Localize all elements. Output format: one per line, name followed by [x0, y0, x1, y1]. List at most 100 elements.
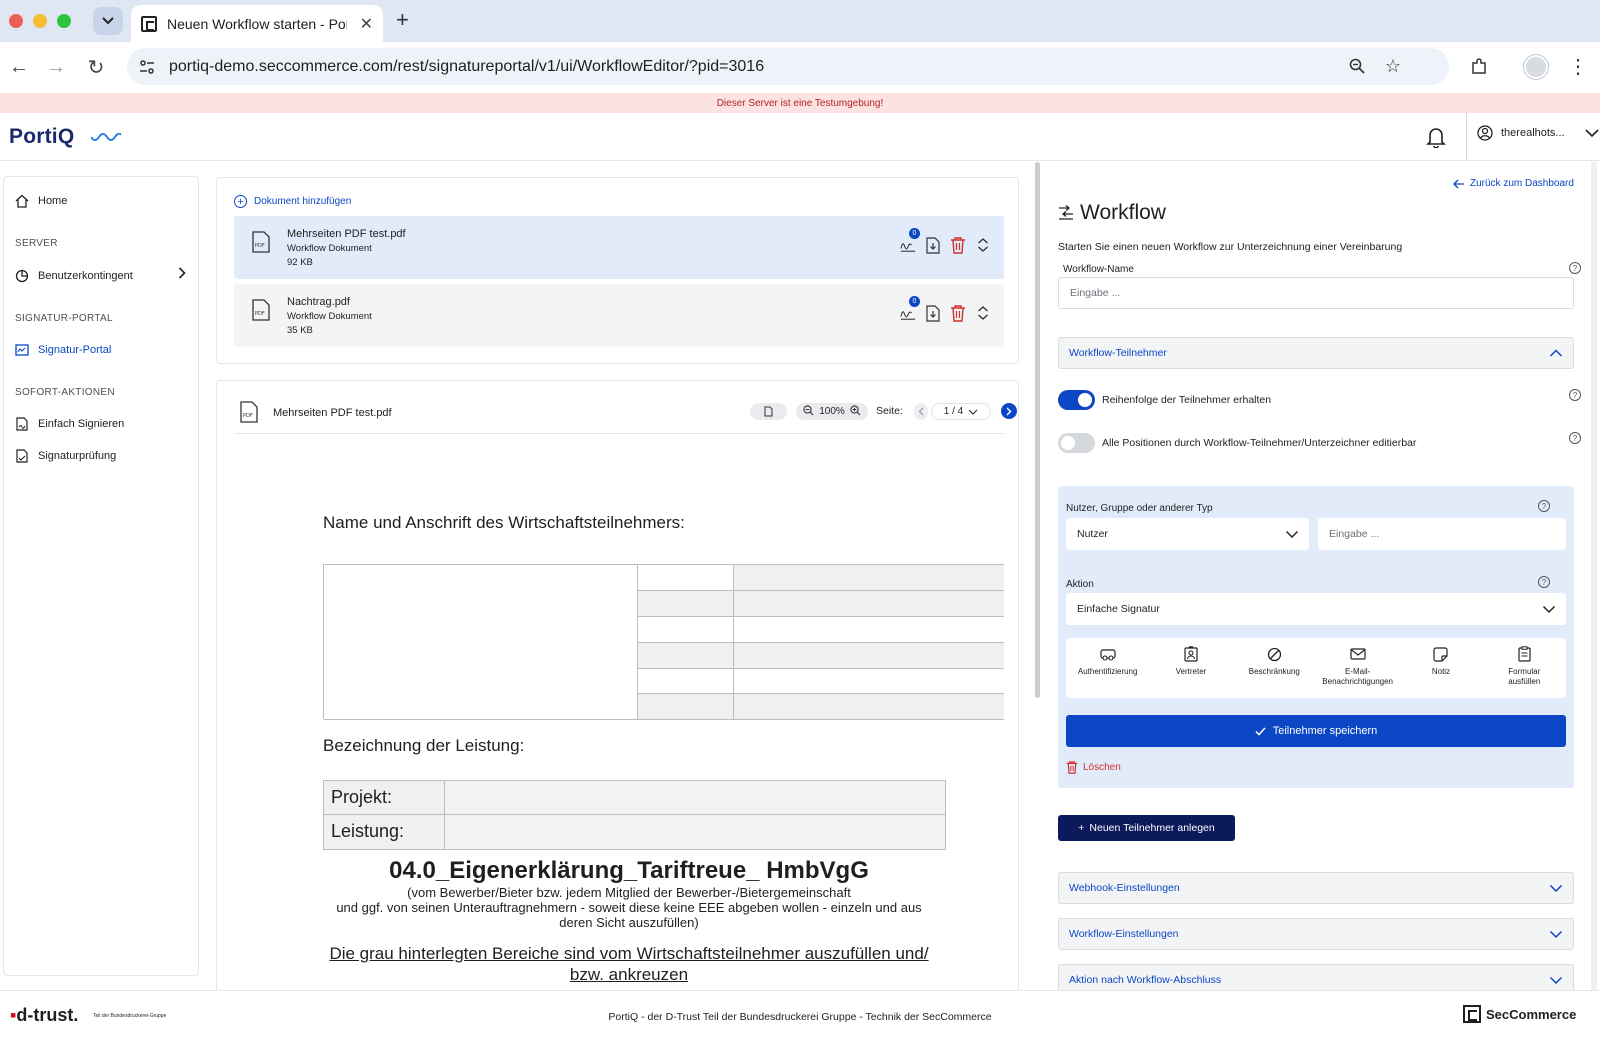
action-select[interactable]: Einfache Signatur [1066, 593, 1566, 625]
webhook-settings-accordion[interactable]: Webhook-Einstellungen [1058, 872, 1574, 904]
table-row: Leistung: [324, 815, 945, 849]
grid-cell [734, 565, 1004, 591]
option-representative[interactable]: Vertreter [1149, 638, 1232, 698]
document-item[interactable]: PDF Mehrseiten PDF test.pdf Workflow Dok… [234, 216, 1004, 279]
after-workflow-action-accordion[interactable]: Aktion nach Workflow-Abschluss [1058, 964, 1574, 990]
add-document-button[interactable]: + Dokument hinzufügen [234, 195, 351, 208]
maximize-window-button[interactable] [57, 14, 71, 28]
close-window-button[interactable] [9, 14, 23, 28]
option-fill-form[interactable]: Formular ausfüllen [1483, 638, 1566, 698]
browser-toolbar: ← → ↻ portiq-demo.seccommerce.com/rest/s… [0, 42, 1600, 93]
sidebar-item-benutzerkontingent[interactable]: Benutzerkontingent [15, 269, 133, 283]
delete-participant-button[interactable]: Löschen [1066, 761, 1121, 774]
participants-accordion-header[interactable]: Workflow-Teilnehmer [1058, 337, 1574, 369]
zoom-out-icon [803, 404, 814, 415]
all-positions-editable-toggle[interactable] [1058, 433, 1095, 453]
help-icon[interactable]: ? [1538, 576, 1550, 588]
help-icon[interactable]: ? [1569, 262, 1581, 274]
reorder-handle[interactable] [975, 304, 991, 322]
zoom-in-button[interactable] [850, 404, 861, 419]
next-page-button[interactable] [1001, 403, 1017, 419]
help-icon[interactable]: ? [1538, 500, 1550, 512]
pdf-heading-service: Bezeichnung der Leistung: [323, 736, 525, 755]
reload-button[interactable]: ↻ [83, 54, 109, 80]
address-bar[interactable]: portiq-demo.seccommerce.com/rest/signatu… [127, 48, 1449, 85]
zoom-out-button[interactable] [803, 404, 814, 419]
chevron-down-icon [102, 17, 114, 25]
option-email-notifications[interactable]: E-Mail-Benachrichtigungen [1316, 638, 1399, 698]
tab-search-button[interactable] [93, 7, 123, 35]
signature-fields-button[interactable]: 0 [900, 228, 920, 254]
forward-button[interactable]: → [43, 54, 69, 80]
seccommerce-text: SecCommerce [1486, 1006, 1577, 1022]
workflow-icon [1059, 205, 1073, 220]
page-select[interactable]: 1 / 4 [931, 403, 991, 420]
sidebar-item-label: Signatur-Portal [38, 344, 112, 356]
previous-page-button[interactable] [914, 403, 928, 420]
signature-fields-button[interactable]: 0 [900, 296, 920, 322]
sidebar-item-signaturpruefung[interactable]: Signaturprüfung [15, 449, 116, 463]
help-icon[interactable]: ? [1569, 389, 1581, 401]
page-mode-button[interactable] [750, 403, 787, 420]
sidebar-item-einfach-signieren[interactable]: Einfach Signieren [15, 417, 124, 431]
workflow-name-input[interactable]: Eingabe ... [1058, 277, 1574, 309]
pdf-instruction-line: bzw. ankreuzen [569, 965, 689, 984]
participant-card: Nutzer, Gruppe oder anderer Typ ? Nutzer… [1058, 486, 1574, 788]
participant-type-select[interactable]: Nutzer [1066, 518, 1309, 550]
bookmark-star-icon[interactable]: ☆ [1383, 56, 1403, 76]
new-participant-button[interactable]: + Neuen Teilnehmer anlegen [1058, 815, 1235, 841]
username: therealhots... [1501, 127, 1565, 139]
zoom-level: 100% [819, 406, 845, 417]
viewer-scrollbar[interactable] [1035, 162, 1040, 698]
back-button[interactable]: ← [6, 54, 32, 80]
pdf-subtitle-line: und ggf. von seinen Unterauftragnehmern … [336, 900, 922, 915]
zoom-icon[interactable] [1347, 56, 1367, 76]
workflow-settings-accordion[interactable]: Workflow-Einstellungen [1058, 918, 1574, 950]
download-icon [926, 304, 940, 322]
back-to-dashboard-link[interactable]: Zurück zum Dashboard [1453, 178, 1574, 189]
browser-tab-active[interactable]: Neuen Workflow starten - PortiQ ✕ [131, 5, 383, 42]
profile-avatar[interactable] [1524, 55, 1548, 79]
help-icon[interactable]: ? [1569, 432, 1581, 444]
chevron-down-icon [968, 409, 978, 415]
extensions-icon[interactable] [1466, 54, 1492, 80]
reorder-handle[interactable] [975, 236, 991, 254]
chevron-left-icon [918, 407, 924, 416]
option-note[interactable]: Notiz [1399, 638, 1482, 698]
option-authentication[interactable]: Authentifizierung [1066, 638, 1149, 698]
chevron-right-icon[interactable] [178, 267, 186, 282]
panel-scrollbar[interactable] [1591, 162, 1597, 990]
participant-input[interactable]: Eingabe ... [1318, 518, 1566, 550]
portiq-logo[interactable]: PortiQ [9, 125, 121, 149]
pdf-instruction-line: Die grau hinterlegten Bereiche sind vom … [329, 944, 929, 963]
minimize-window-button[interactable] [33, 14, 47, 28]
participant-type-label: Nutzer, Gruppe oder anderer Typ [1066, 503, 1213, 514]
delete-document-button[interactable] [950, 304, 966, 322]
grid-cell [638, 694, 734, 720]
delete-document-button[interactable] [950, 236, 966, 254]
browser-menu-icon[interactable]: ⋮ [1568, 54, 1588, 79]
sidebar-section-server: SERVER [15, 238, 58, 249]
user-menu[interactable]: therealhots... [1477, 125, 1599, 141]
sidebar-item-signatur-portal[interactable]: Signatur-Portal [15, 343, 111, 357]
grid-cell [734, 643, 1004, 669]
option-restriction[interactable]: Beschränkung [1233, 638, 1316, 698]
sidebar-item-home[interactable]: Home [15, 194, 67, 208]
download-button[interactable] [925, 304, 941, 322]
chevron-down-icon [1549, 930, 1563, 939]
close-tab-icon[interactable]: ✕ [360, 14, 373, 34]
logo-wave-icon [91, 133, 121, 141]
keep-order-toggle[interactable] [1058, 390, 1095, 410]
footer: ▪d-trust. Teil der Bundesdruckerei-Grupp… [0, 990, 1600, 1038]
document-item[interactable]: PDF Nachtrag.pdf Workflow Dokument 35 KB… [234, 284, 1004, 347]
download-button[interactable] [925, 236, 941, 254]
sign-document-icon [15, 417, 29, 431]
workflow-description: Starten Sie einen neuen Workflow zur Unt… [1058, 241, 1403, 253]
user-circle-icon [1477, 125, 1493, 141]
zoom-in-icon [850, 404, 861, 415]
sidebar-section-signatur-portal: SIGNATUR-PORTAL [15, 313, 113, 324]
site-info-icon[interactable] [137, 57, 157, 77]
save-participant-button[interactable]: Teilnehmer speichern [1066, 715, 1566, 747]
new-tab-button[interactable]: + [396, 9, 409, 31]
notifications-bell-icon[interactable] [1424, 125, 1448, 149]
